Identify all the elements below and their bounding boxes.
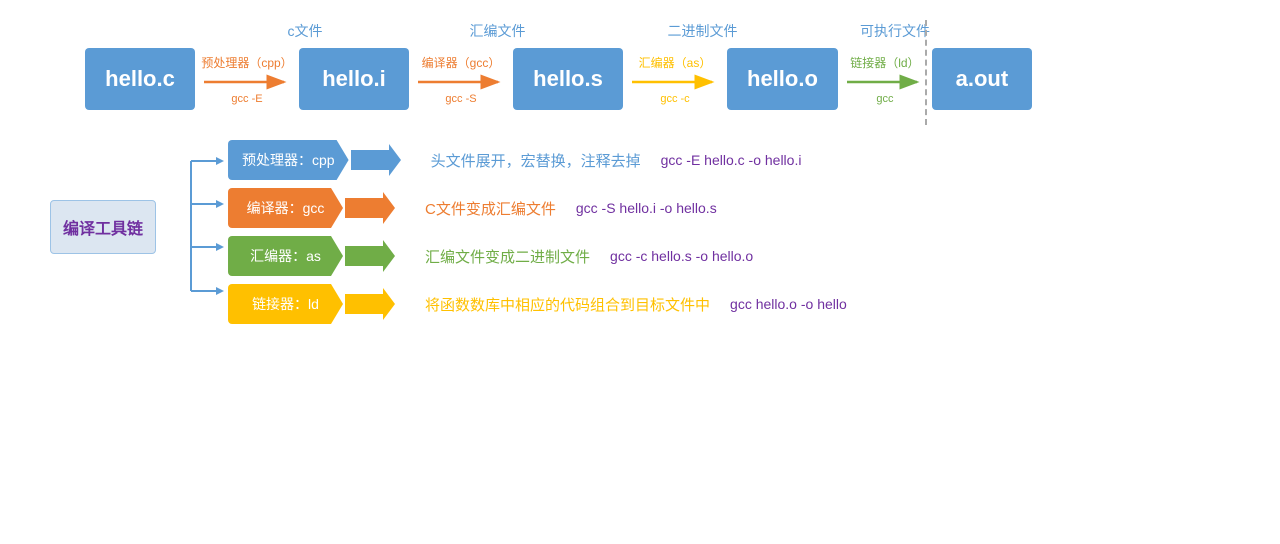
- arrow4-label-top: 链接器（ld）: [850, 54, 919, 71]
- tool-cmd-linker: gcc hello.o -o hello: [730, 296, 847, 312]
- pipeline-row: hello.c 预处理器（cpp） gcc -E hello.i: [30, 48, 1250, 110]
- branch-connector: [156, 140, 226, 317]
- tool-arrow-3: [345, 238, 395, 274]
- tool-rows: 预处理器：cpp 头文件展开，宏替换，注释去掉 gcc -E hello.c -…: [228, 140, 847, 324]
- file-hello-c: hello.c: [85, 48, 195, 110]
- tool-row-linker: 链接器：ld 将函数数库中相应的代码组合到目标文件中 gcc hello.o -…: [228, 284, 847, 324]
- tool-desc-compiler: C文件变成汇编文件: [425, 198, 556, 219]
- arrow3-label-top: 汇编器（as）: [639, 54, 712, 71]
- arrow1-label-bottom: gcc -E: [231, 93, 262, 105]
- arrow2-label-top: 编译器（gcc）: [422, 54, 501, 71]
- tool-cmd-compiler: gcc -S hello.i -o hello.s: [576, 200, 717, 216]
- tool-row-assembler: 汇编器：as 汇编文件变成二进制文件 gcc -c hello.s -o hel…: [228, 236, 847, 276]
- arrow2-label-bottom: gcc -S: [445, 93, 476, 105]
- tool-box-preprocessor: 预处理器：cpp: [228, 140, 349, 180]
- arrow1-label-top: 预处理器（cpp）: [201, 54, 292, 71]
- arrow-assembler: 汇编器（as） gcc -c: [625, 54, 725, 105]
- tool-desc-linker: 将函数数库中相应的代码组合到目标文件中: [425, 294, 710, 315]
- bin-file-label: 二进制文件: [610, 21, 795, 41]
- top-section: c文件 汇编文件 二进制文件 可执行文件 hello.c 预处理器（cpp）: [30, 20, 1250, 110]
- tool-box-compiler: 编译器：gcc: [228, 188, 343, 228]
- vertical-divider: [925, 20, 927, 125]
- toolchain-box: 编译工具链: [50, 200, 156, 254]
- tool-cmd-preprocessor: gcc -E hello.c -o hello.i: [661, 152, 802, 168]
- tool-arrow-1: [351, 142, 401, 178]
- arrow3-label-bottom: gcc -c: [660, 93, 689, 105]
- file-labels-row: c文件 汇编文件 二进制文件 可执行文件: [30, 20, 1250, 42]
- tool-row-preprocessor: 预处理器：cpp 头文件展开，宏替换，注释去掉 gcc -E hello.c -…: [228, 140, 847, 180]
- arrow-linker: 链接器（ld） gcc: [840, 54, 930, 105]
- arrow4-label-bottom: gcc: [876, 93, 893, 105]
- file-hello-s: hello.s: [513, 48, 623, 110]
- tool-arrow-4: [345, 286, 395, 322]
- tool-arrow-2: [345, 190, 395, 226]
- asm-file-label: 汇编文件: [405, 21, 590, 41]
- tool-cmd-assembler: gcc -c hello.s -o hello.o: [610, 248, 753, 264]
- tool-box-assembler: 汇编器：as: [228, 236, 343, 276]
- file-hello-i: hello.i: [299, 48, 409, 110]
- bottom-section: 编译工具链 预处理器：c: [30, 140, 1250, 324]
- c-file-label: c文件: [205, 21, 405, 41]
- exe-file-label: 可执行文件: [835, 21, 955, 41]
- arrow-preprocessor: 预处理器（cpp） gcc -E: [197, 54, 297, 105]
- file-hello-o: hello.o: [727, 48, 838, 110]
- file-aout: a.out: [932, 48, 1032, 110]
- tool-desc-assembler: 汇编文件变成二进制文件: [425, 246, 590, 267]
- tool-box-linker: 链接器：ld: [228, 284, 343, 324]
- arrow-compiler: 编译器（gcc） gcc -S: [411, 54, 511, 105]
- tool-desc-preprocessor: 头文件展开，宏替换，注释去掉: [431, 150, 641, 171]
- main-container: c文件 汇编文件 二进制文件 可执行文件 hello.c 预处理器（cpp）: [0, 0, 1280, 544]
- tool-row-compiler: 编译器：gcc C文件变成汇编文件 gcc -S hello.i -o hell…: [228, 188, 847, 228]
